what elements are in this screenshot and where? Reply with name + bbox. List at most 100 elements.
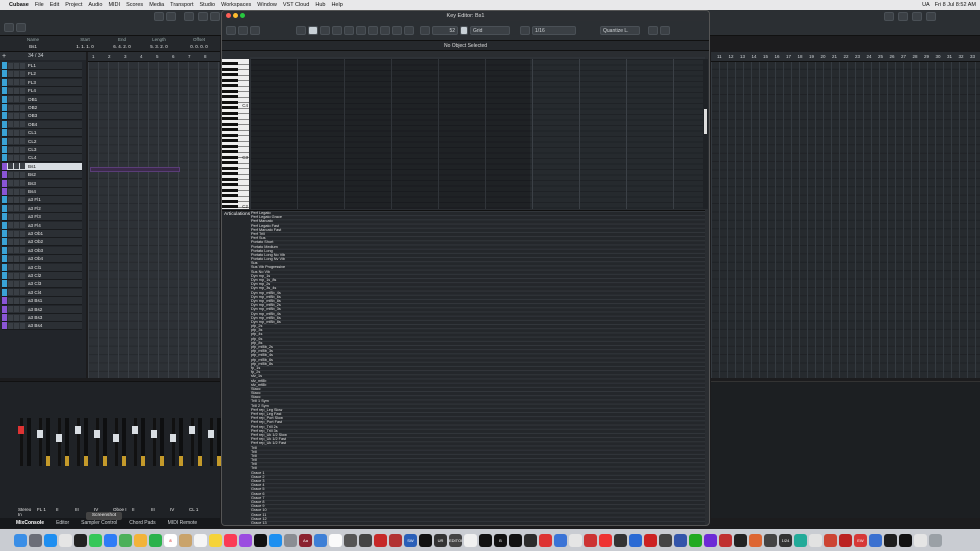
solo-button[interactable] [14, 180, 19, 187]
app4-icon[interactable] [479, 533, 492, 547]
solo-button[interactable] [14, 322, 19, 329]
solo-button[interactable] [14, 238, 19, 245]
menu-item[interactable]: Edit [47, 2, 62, 8]
mixer-channel[interactable]: FL 1 [37, 388, 53, 512]
maps-icon[interactable] [119, 533, 132, 547]
track-row[interactable]: a3 Fl1 [2, 196, 82, 205]
piano-black-key[interactable] [222, 178, 238, 182]
mute-button[interactable] [8, 247, 13, 254]
mixer-channel[interactable]: II [56, 388, 72, 512]
record-enable-button[interactable] [20, 272, 25, 279]
track-row[interactable]: a3 Fl2 [2, 204, 82, 213]
menu-item[interactable]: File [32, 2, 47, 8]
play-button[interactable] [210, 12, 220, 21]
mute-button[interactable] [8, 62, 13, 69]
app9-icon[interactable] [569, 533, 582, 547]
sw-icon[interactable]: SW [404, 533, 417, 547]
articulation-item[interactable]: Grace 14 [250, 525, 705, 526]
app3-icon[interactable] [464, 533, 477, 547]
record-enable-button[interactable] [20, 196, 25, 203]
track-row[interactable]: a3 Ob4 [2, 255, 82, 264]
mute-button[interactable] [8, 138, 13, 145]
arrange-ruler[interactable]: 1 2 3 4 5 6 7 8 [88, 52, 220, 62]
record-enable-button[interactable] [20, 180, 25, 187]
mute-button[interactable] [8, 87, 13, 94]
fader-track[interactable] [172, 418, 175, 466]
track-row[interactable]: a3 Bs3 [2, 314, 82, 322]
line-tool[interactable] [404, 26, 414, 35]
solo-button[interactable] [14, 171, 19, 178]
vertical-scrollbar[interactable] [703, 59, 708, 209]
mute-button[interactable] [8, 238, 13, 245]
piano-black-key[interactable] [222, 84, 238, 88]
track-row[interactable]: a3 Bs4 [2, 322, 82, 331]
fader-track[interactable] [39, 418, 42, 466]
piano-black-key[interactable] [222, 156, 238, 160]
piano-black-key[interactable] [222, 95, 238, 99]
solo-button[interactable] [14, 230, 19, 237]
record-enable-button[interactable] [20, 238, 25, 245]
menu-item[interactable]: Studio [197, 2, 219, 8]
dictionary-icon[interactable]: Aa [299, 533, 312, 547]
app18-icon[interactable] [704, 533, 717, 547]
mixer-channel[interactable]: III [151, 388, 167, 512]
mute-tool[interactable] [380, 26, 390, 35]
arrow-left-icon[interactable] [296, 26, 306, 35]
mute-button[interactable] [8, 121, 13, 128]
app24-icon[interactable] [794, 533, 807, 547]
solo-button[interactable] [14, 196, 19, 203]
fader-handle[interactable] [56, 434, 62, 442]
fader-track[interactable] [96, 418, 99, 466]
mixer-channel[interactable]: II [132, 388, 148, 512]
record-enable-button[interactable] [20, 205, 25, 212]
menu-item[interactable]: Transport [167, 2, 196, 8]
solo-button[interactable] [14, 70, 19, 77]
solo-button[interactable] [14, 205, 19, 212]
solo-button[interactable] [14, 121, 19, 128]
app28-icon[interactable]: EW [854, 533, 867, 547]
record-enable-button[interactable] [20, 62, 25, 69]
app26-icon[interactable] [824, 533, 837, 547]
mute-button[interactable] [8, 230, 13, 237]
record-enable-button[interactable] [20, 306, 25, 313]
app10-icon[interactable] [584, 533, 597, 547]
track-row[interactable]: FL1 [2, 62, 82, 70]
piano-black-key[interactable] [222, 200, 238, 204]
app17-icon[interactable] [689, 533, 702, 547]
track-row[interactable]: CL3 [2, 146, 82, 154]
track-row[interactable]: CL4 [2, 154, 82, 163]
articulations-lane[interactable]: Articulations Perf Legato Perf Legato Gra… [222, 210, 705, 526]
track-row[interactable]: CL1 [2, 129, 82, 138]
mute-button[interactable] [8, 264, 13, 271]
info-start[interactable]: 1. 1. 1. 0 [70, 44, 100, 49]
mute-button[interactable] [8, 79, 13, 86]
record-enable-button[interactable] [20, 213, 25, 220]
panel-toggle-button[interactable] [898, 12, 908, 21]
piano-black-key[interactable] [222, 150, 238, 154]
track-row[interactable]: Bs1 [2, 162, 82, 171]
piano-black-key[interactable] [222, 183, 238, 187]
mute-button[interactable] [8, 222, 13, 229]
solo-button[interactable] [14, 104, 19, 111]
app12-icon[interactable] [614, 533, 627, 547]
lower-zone-tab[interactable]: Editor [56, 520, 69, 526]
solo-button[interactable] [14, 112, 19, 119]
launchpad-icon[interactable] [29, 533, 42, 547]
piano-black-key[interactable] [222, 145, 238, 149]
mute-button[interactable] [8, 306, 13, 313]
app19-icon[interactable] [719, 533, 732, 547]
scroll-thumb[interactable] [704, 109, 707, 134]
erase-tool[interactable] [332, 26, 342, 35]
solo-button[interactable] [14, 306, 19, 313]
fader-handle[interactable] [18, 426, 24, 434]
piano-black-key[interactable] [222, 189, 238, 193]
menu-item[interactable]: Workspaces [218, 2, 254, 8]
messages-icon[interactable] [89, 533, 102, 547]
trash-icon[interactable] [929, 533, 942, 547]
arrange-ruler-right[interactable]: 11 12 13 14 15 16 17 18 19 20 21 22 23 24 25 26 27 28 29 30… [711, 52, 980, 62]
add-icon[interactable]: + [2, 53, 6, 60]
record-enable-button[interactable] [20, 171, 25, 178]
menu-app-name[interactable]: Cubase [6, 2, 32, 8]
mute-button[interactable] [8, 255, 13, 262]
mixer-channel[interactable]: Oboe I [113, 388, 129, 512]
